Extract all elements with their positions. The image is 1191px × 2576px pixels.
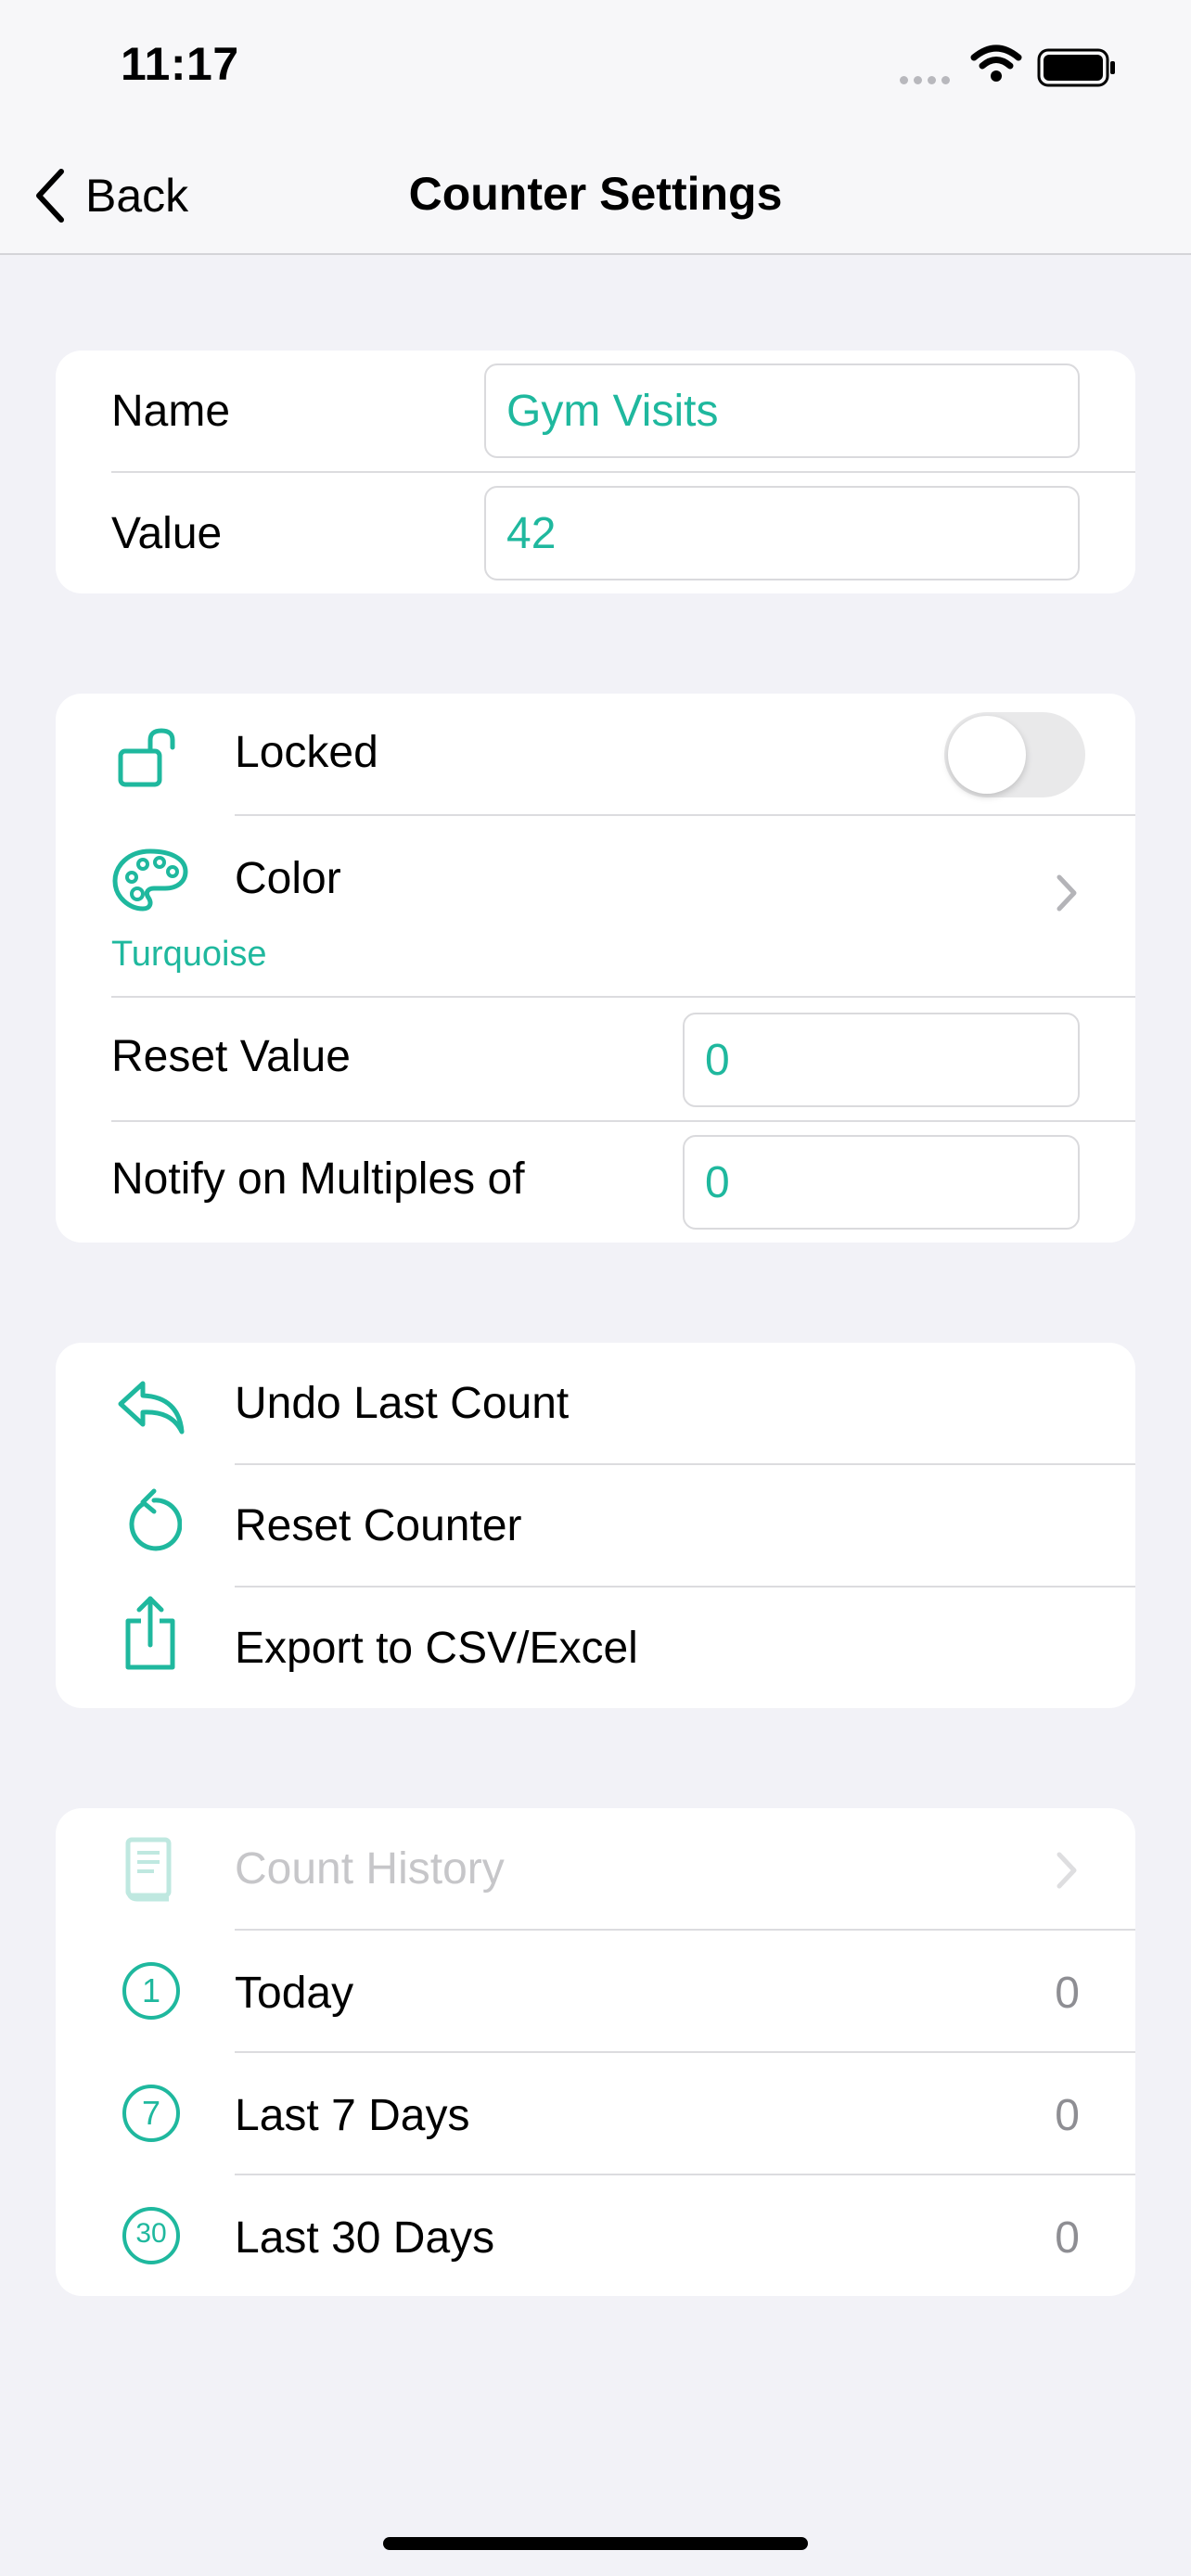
settings-group: Locked Color Turquoise Reset Value 0 Not…	[56, 694, 1135, 1243]
history-row-7-days: 7 Last 7 Days 0	[56, 2053, 1135, 2174]
reset-arrow-icon	[129, 1488, 182, 1551]
locked-toggle[interactable]	[944, 712, 1085, 797]
history-group: Count History 1 Today 0 7 Last 7 Days 0 …	[56, 1808, 1135, 2296]
home-indicator[interactable]	[383, 2537, 808, 2550]
reset-value-field[interactable]: 0	[683, 1013, 1080, 1107]
notify-multiples-field[interactable]: 0	[683, 1135, 1080, 1230]
notify-multiples-label: Notify on Multiples of	[111, 1154, 525, 1204]
reset-counter-button[interactable]: Reset Counter	[56, 1465, 1135, 1586]
history-label: Last 30 Days	[235, 2213, 495, 2263]
circled-number: 7	[141, 2094, 161, 2132]
color-label: Color	[235, 854, 341, 903]
unlock-icon	[118, 728, 175, 787]
history-label: Last 7 Days	[235, 2091, 470, 2140]
color-row[interactable]: Color Turquoise	[56, 816, 1135, 983]
book-icon	[125, 1837, 172, 1902]
reset-value-label: Reset Value	[111, 1032, 351, 1081]
status-bar: 11:17	[0, 0, 1191, 139]
locked-label: Locked	[235, 728, 378, 777]
chevron-right-icon	[1057, 1852, 1077, 1889]
palette-icon	[112, 848, 188, 912]
navigation-bar: Back Counter Settings	[0, 139, 1191, 255]
battery-icon	[1037, 48, 1115, 87]
reply-arrow-icon	[118, 1381, 185, 1435]
wifi-icon	[970, 45, 1022, 82]
value-field[interactable]: 42	[484, 486, 1080, 580]
chevron-right-icon	[1057, 874, 1077, 912]
value-label: Value	[111, 509, 223, 558]
name-label: Name	[111, 387, 231, 436]
circled-number: 30	[135, 2218, 167, 2249]
undo-last-count-button[interactable]: Undo Last Count	[56, 1343, 1135, 1463]
history-count: 0	[1055, 2213, 1080, 2263]
cellular-signal-icon	[900, 72, 955, 89]
count-history-label: Count History	[235, 1844, 505, 1894]
status-time: 11:17	[121, 38, 239, 90]
details-group: Name Gym Visits Value 42	[56, 351, 1135, 593]
export-csv-button[interactable]: Export to CSV/Excel	[56, 1588, 1135, 1708]
share-icon	[125, 1596, 175, 1670]
history-row-today: 1 Today 0	[56, 1931, 1135, 2051]
color-value: Turquoise	[111, 935, 267, 974]
history-count: 0	[1055, 2091, 1080, 2140]
count-history-row[interactable]: Count History	[56, 1808, 1135, 1929]
name-field[interactable]: Gym Visits	[484, 363, 1080, 458]
history-count: 0	[1055, 1969, 1080, 2018]
circled-number: 1	[141, 1971, 161, 2009]
page-title: Counter Settings	[408, 168, 783, 220]
actions-group: Undo Last Count Reset Counter Export to …	[56, 1343, 1135, 1708]
undo-label: Undo Last Count	[235, 1379, 570, 1428]
export-label: Export to CSV/Excel	[235, 1624, 638, 1673]
history-label: Today	[235, 1969, 354, 2018]
reset-counter-label: Reset Counter	[235, 1501, 522, 1550]
history-row-30-days: 30 Last 30 Days 0	[56, 2175, 1135, 2296]
